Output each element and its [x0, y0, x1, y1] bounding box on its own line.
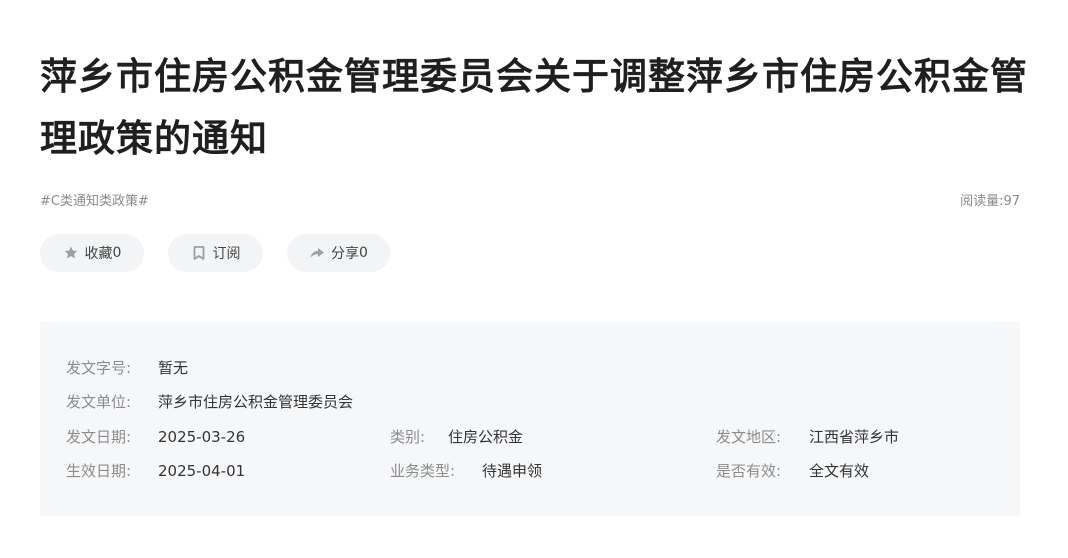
business-type-label: 业务类型: — [390, 462, 456, 480]
read-count-value: 97 — [1003, 194, 1020, 209]
doc-number-value: 暂无 — [158, 359, 189, 377]
share-label: 分享 — [331, 246, 360, 262]
bookmark-icon — [193, 246, 204, 260]
share-count: 0 — [359, 245, 368, 261]
doc-number-label: 发文字号: — [66, 359, 132, 377]
business-type-field: 业务类型: 待遇申领 — [390, 461, 542, 481]
page-title: 萍乡市住房公积金管理委员会关于调整萍乡市住房公积金管理政策的通知 — [40, 55, 1028, 160]
share-button[interactable]: 分享 0 — [287, 234, 390, 272]
category-field: 类别: 住房公积金 — [390, 427, 523, 447]
issuer-label: 发文单位: — [66, 393, 132, 411]
read-count-label: 阅读量: — [960, 194, 1004, 209]
issue-date-value: 2025-03-26 — [158, 428, 246, 446]
region-label: 发文地区: — [716, 428, 782, 446]
doc-number-field: 发文字号: 暂无 — [66, 358, 188, 378]
issuer-value: 萍乡市住房公积金管理委员会 — [158, 393, 354, 411]
category-label: 类别: — [390, 428, 426, 446]
category-value: 住房公积金 — [448, 428, 524, 446]
collect-count: 0 — [112, 245, 122, 261]
subscribe-label: 订阅 — [212, 246, 241, 262]
read-count: 阅读量:97 — [960, 190, 1020, 209]
region-field: 发文地区: 江西省萍乡市 — [716, 427, 899, 447]
effective-date-field: 生效日期: 2025-04-01 — [66, 461, 245, 481]
issuer-field: 发文单位: 萍乡市住房公积金管理委员会 — [66, 392, 353, 412]
meta-row: #C类通知类政策# 阅读量:97 — [40, 190, 1020, 210]
business-type-value: 待遇申领 — [482, 462, 543, 480]
issue-date-label: 发文日期: — [66, 428, 132, 446]
effective-date-value: 2025-04-01 — [158, 462, 246, 480]
policy-tag[interactable]: #C类通知类政策# — [40, 190, 149, 209]
collect-button[interactable]: 收藏 0 — [40, 234, 144, 272]
issue-date-field: 发文日期: 2025-03-26 — [66, 427, 245, 447]
validity-label: 是否有效: — [716, 462, 782, 480]
effective-date-label: 生效日期: — [66, 462, 132, 480]
subscribe-button[interactable]: 订阅 — [168, 234, 263, 272]
document-info-panel: 发文字号: 暂无 发文单位: 萍乡市住房公积金管理委员会 发文日期: 2025-03-… — [40, 322, 1020, 516]
region-value: 江西省萍乡市 — [809, 428, 900, 446]
validity-value: 全文有效 — [809, 462, 870, 480]
validity-field: 是否有效: 全文有效 — [716, 461, 869, 481]
share-arrow-icon — [310, 248, 325, 258]
star-icon — [64, 246, 77, 259]
collect-label: 收藏 — [84, 246, 113, 262]
